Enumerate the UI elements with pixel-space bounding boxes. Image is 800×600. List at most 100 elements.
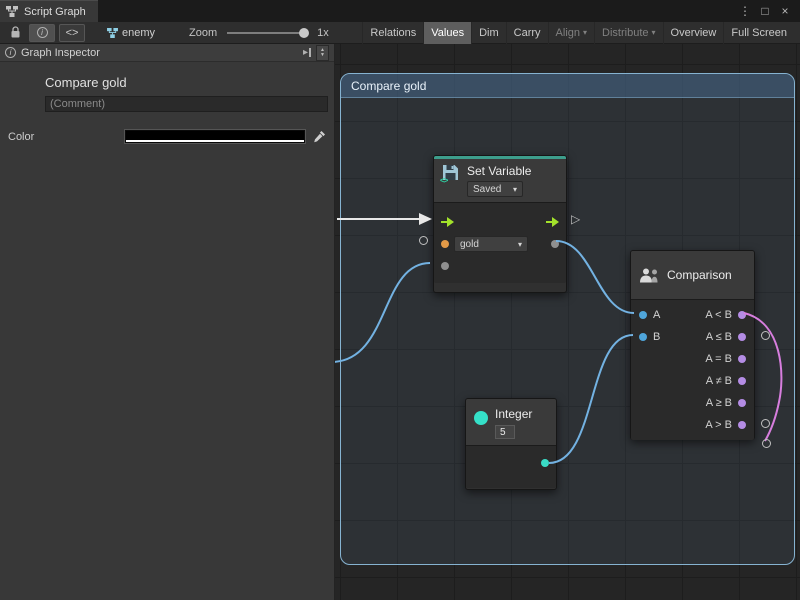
input-a-label: A bbox=[653, 309, 660, 321]
out-port[interactable] bbox=[738, 333, 746, 341]
carry-button[interactable]: Carry bbox=[506, 22, 548, 44]
view-buttons: Relations Values Dim Carry Align ▾ Distr… bbox=[362, 22, 794, 44]
graph-canvas[interactable]: Compare gold <> bbox=[335, 44, 800, 600]
comment-input[interactable] bbox=[45, 96, 328, 112]
code-view-button[interactable]: <> bbox=[59, 24, 85, 42]
titlebar: Script Graph ⋮ □ × bbox=[0, 0, 800, 22]
spin-down-icon[interactable]: ▼ bbox=[320, 53, 325, 58]
code-icon: <> bbox=[66, 27, 79, 39]
chevron-down-icon: ▾ bbox=[583, 28, 587, 37]
out-label: A ≥ B bbox=[706, 397, 732, 409]
inspector-toggle-button[interactable]: i bbox=[29, 24, 55, 42]
comparison-row: B A ≤ B bbox=[631, 326, 754, 348]
flow-out-arrow-icon[interactable] bbox=[546, 217, 559, 227]
out-port[interactable] bbox=[738, 355, 746, 363]
node-set-variable[interactable]: <> Set Variable Saved ▾ bbox=[433, 155, 567, 293]
unconnected-port[interactable] bbox=[761, 331, 770, 340]
variable-kind-dropdown[interactable]: Saved ▾ bbox=[467, 181, 523, 197]
comparison-row: A ≠ B bbox=[631, 370, 754, 392]
comparison-row: A A < B bbox=[631, 304, 754, 326]
color-label: Color bbox=[8, 131, 125, 143]
values-button[interactable]: Values bbox=[423, 22, 471, 44]
out-port[interactable] bbox=[738, 311, 746, 319]
info-icon: i bbox=[5, 47, 16, 58]
color-swatch[interactable] bbox=[125, 130, 305, 143]
out-port[interactable] bbox=[738, 377, 746, 385]
unconnected-port[interactable] bbox=[761, 419, 770, 428]
graph-name-label: enemy bbox=[122, 27, 155, 39]
lock-icon[interactable] bbox=[6, 24, 25, 42]
integer-out-port[interactable] bbox=[541, 459, 549, 467]
unconnected-port[interactable] bbox=[419, 236, 428, 245]
node-comparison[interactable]: Comparison A A < B B A ≤ B A = B bbox=[630, 250, 755, 440]
dim-button[interactable]: Dim bbox=[471, 22, 506, 44]
color-field-row: Color bbox=[0, 130, 334, 143]
maximize-icon[interactable]: □ bbox=[755, 4, 775, 18]
chevron-down-icon: ▾ bbox=[652, 28, 656, 37]
inspector-header-title: Graph Inspector bbox=[21, 47, 100, 59]
fullscreen-button[interactable]: Full Screen bbox=[723, 22, 794, 44]
close-icon[interactable]: × bbox=[775, 4, 795, 18]
node-title: Comparison bbox=[667, 268, 732, 282]
node-integer[interactable]: Integer 5 bbox=[465, 398, 557, 490]
tab-script-graph[interactable]: Script Graph bbox=[0, 0, 98, 22]
flow-out-triangle-icon[interactable]: ▷ bbox=[571, 213, 580, 225]
integer-header: Integer 5 bbox=[466, 399, 556, 445]
node-title: Set Variable bbox=[467, 164, 531, 178]
save-variable-icon: <> bbox=[442, 164, 460, 182]
out-label: A ≠ B bbox=[706, 375, 732, 387]
group-header[interactable]: Compare gold bbox=[341, 74, 794, 98]
out-port[interactable] bbox=[738, 421, 746, 429]
out-label: A > B bbox=[705, 419, 732, 431]
integer-icon bbox=[474, 411, 488, 425]
chevron-down-icon: ▾ bbox=[518, 240, 522, 249]
window-menu-icon[interactable]: ⋮ bbox=[735, 4, 755, 18]
script-graph-icon bbox=[6, 6, 18, 17]
node-title: Integer bbox=[495, 407, 532, 421]
out-label: A < B bbox=[705, 309, 732, 321]
window-controls: ⋮ □ × bbox=[735, 0, 800, 22]
tab-label: Script Graph bbox=[24, 6, 86, 18]
overview-button[interactable]: Overview bbox=[663, 22, 724, 44]
alpha-bar bbox=[126, 140, 304, 142]
variable-name-port[interactable] bbox=[441, 240, 449, 248]
comparison-icon bbox=[640, 268, 660, 283]
value-in-row bbox=[434, 255, 566, 277]
graph-breadcrumb[interactable]: enemy bbox=[107, 27, 155, 39]
distribute-button[interactable]: Distribute ▾ bbox=[594, 22, 662, 44]
integer-value-field[interactable]: 5 bbox=[495, 425, 515, 439]
zoom-slider-track bbox=[227, 32, 307, 34]
variable-name-row: gold ▾ bbox=[434, 233, 566, 255]
main-area: i Graph Inspector ▸ ▲ ▼ Compare gold Col… bbox=[0, 44, 800, 600]
value-in-port[interactable] bbox=[441, 262, 449, 270]
graph-title-heading: Compare gold bbox=[45, 75, 334, 90]
chevron-down-icon: ▾ bbox=[513, 185, 517, 194]
comparison-ports: A A < B B A ≤ B A = B A ≠ B bbox=[631, 299, 754, 440]
comparison-row: A ≥ B bbox=[631, 392, 754, 414]
zoom-label: Zoom bbox=[189, 27, 217, 39]
zoom-slider-handle[interactable] bbox=[299, 28, 309, 38]
unconnected-port[interactable] bbox=[762, 439, 771, 448]
input-a-port[interactable] bbox=[639, 311, 647, 319]
eyedropper-icon[interactable] bbox=[313, 130, 326, 143]
unity-script-graph-window: Script Graph ⋮ □ × i <> bbox=[0, 0, 800, 600]
code-badge-icon: <> bbox=[440, 176, 447, 185]
value-out-port[interactable] bbox=[551, 240, 559, 248]
input-b-port[interactable] bbox=[639, 333, 647, 341]
out-port[interactable] bbox=[738, 399, 746, 407]
zoom-value: 1x bbox=[317, 27, 329, 39]
variable-name-dropdown[interactable]: gold ▾ bbox=[454, 236, 528, 252]
comparison-row: A > B bbox=[631, 414, 754, 436]
graph-toolbar: i <> enemy Zoom 1x Relations Values Dim … bbox=[0, 22, 800, 44]
flow-in-arrow-icon[interactable] bbox=[441, 217, 454, 227]
out-label: A ≤ B bbox=[706, 331, 732, 343]
graph-inspector-panel: i Graph Inspector ▸ ▲ ▼ Compare gold Col… bbox=[0, 44, 335, 600]
panel-spinner[interactable]: ▲ ▼ bbox=[316, 45, 329, 61]
integer-out-row bbox=[466, 452, 556, 474]
relations-button[interactable]: Relations bbox=[362, 22, 423, 44]
zoom-slider[interactable] bbox=[227, 28, 307, 38]
group-title: Compare gold bbox=[351, 79, 426, 93]
input-b-label: B bbox=[653, 331, 660, 343]
dock-toggle-icon[interactable]: ▸ bbox=[303, 47, 311, 58]
align-button[interactable]: Align ▾ bbox=[548, 22, 594, 44]
